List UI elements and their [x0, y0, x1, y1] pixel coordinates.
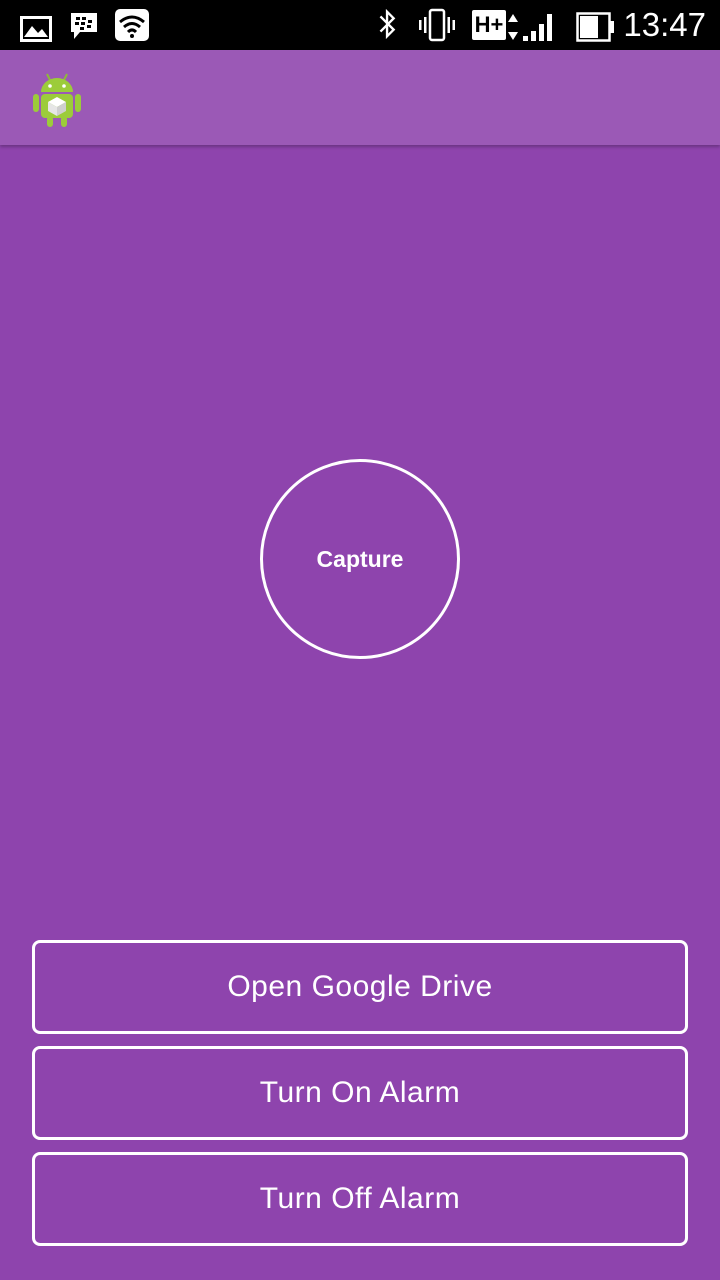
wifi-icon: [115, 9, 149, 41]
gallery-icon: [20, 16, 52, 42]
bluetooth-icon: [379, 8, 396, 40]
capture-button[interactable]: Capture: [260, 459, 460, 659]
bbm-icon: [71, 13, 97, 39]
android-app-icon[interactable]: [30, 70, 84, 128]
action-bar: [0, 50, 720, 145]
turn-on-alarm-label: Turn On Alarm: [259, 1076, 461, 1109]
open-google-drive-button[interactable]: Open Google Drive: [32, 940, 688, 1034]
signal-icon: [523, 14, 552, 41]
network-type-icon: H+: [472, 10, 506, 40]
vibrate-icon: [419, 8, 455, 42]
status-clock: 13:47: [623, 6, 706, 43]
open-google-drive-label: Open Google Drive: [227, 970, 493, 1003]
turn-on-alarm-button[interactable]: Turn On Alarm: [32, 1046, 688, 1140]
battery-icon: [576, 12, 614, 42]
turn-off-alarm-button[interactable]: Turn Off Alarm: [32, 1152, 688, 1246]
capture-label: Capture: [316, 545, 404, 572]
network-type-label: H+: [474, 12, 504, 37]
data-activity-icon: [508, 14, 518, 40]
turn-off-alarm-label: Turn Off Alarm: [259, 1182, 461, 1215]
status-bar: H+ 13:47: [0, 0, 720, 50]
